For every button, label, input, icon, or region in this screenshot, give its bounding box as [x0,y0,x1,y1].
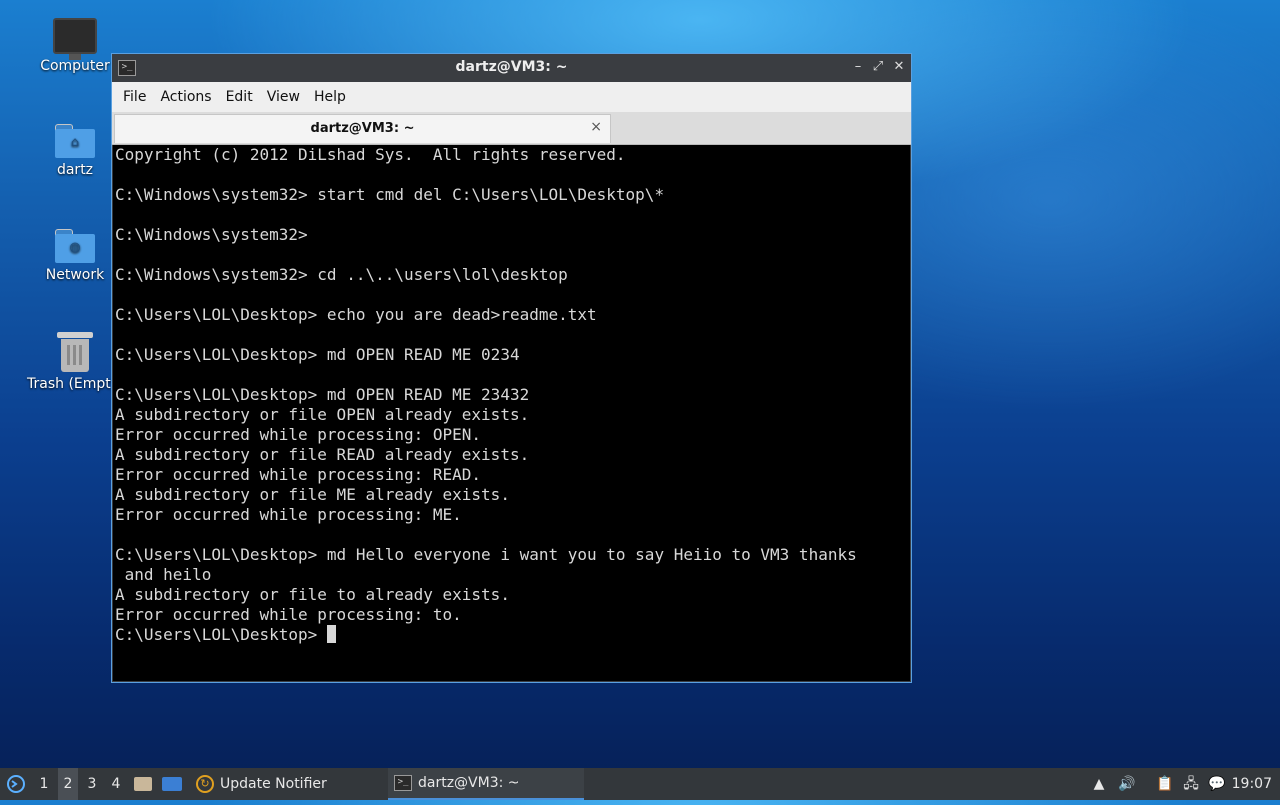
terminal-line: A subdirectory or file OPEN already exis… [115,405,530,424]
tab-bar: dartz@VM3: ~ × [112,112,911,145]
volume-icon[interactable]: 🔊 [1118,768,1136,800]
terminal-line: Error occurred while processing: to. [115,605,462,624]
workspace-1[interactable]: 1 [34,768,54,800]
trash-icon [57,332,93,372]
terminal-line: C:\Windows\system32> [115,225,308,244]
minimize-button[interactable]: – [849,58,867,76]
terminal-prompt-line[interactable]: C:\Users\LOL\Desktop> [115,625,908,645]
window-title: dartz@VM3: ~ [455,59,568,75]
terminal-cursor [326,625,336,643]
terminal-line: A subdirectory or file ME already exists… [115,485,510,504]
terminal-line: and heilo [115,565,212,584]
terminal-app-icon: >_ [394,775,412,791]
terminal-prompt: C:\Users\LOL\Desktop> [115,625,327,644]
file-manager-icon [134,777,152,791]
desktop-icon-label: dartz [56,162,94,178]
task-label: Update Notifier [220,776,327,792]
terminal-line: A subdirectory or file to already exists… [115,585,510,604]
desktop-icon-label: Network [45,267,105,283]
terminal-line: Error occurred while processing: OPEN. [115,425,482,444]
desktop-icon-trash[interactable]: Trash (Empty) [27,332,125,392]
terminal-line: C:\Users\LOL\Desktop> md Hello everyone … [115,545,857,564]
network-icon[interactable]: 🖧 [1182,768,1200,800]
tab-close-icon[interactable]: × [590,119,602,135]
file-manager-launcher[interactable] [134,768,154,800]
close-button[interactable]: ✕ [890,58,908,76]
terminal-line: C:\Users\LOL\Desktop> md OPEN READ ME 23… [115,385,530,404]
terminal-line: Copyright (c) 2012 DiLshad Sys. All righ… [115,145,626,164]
desktop-icon [162,777,182,791]
terminal-tab[interactable]: dartz@VM3: ~ × [114,114,611,143]
terminal-line: C:\Windows\system32> start cmd del C:\Us… [115,185,665,204]
clipboard-icon[interactable]: 📋 [1156,768,1174,800]
show-desktop-launcher[interactable] [162,768,184,800]
terminal-line: A subdirectory or file READ already exis… [115,445,530,464]
window-titlebar[interactable]: >_ dartz@VM3: ~ – ⤢ ✕ [112,54,911,82]
terminal-line: C:\Users\LOL\Desktop> echo you are dead>… [115,305,597,324]
menu-actions[interactable]: Actions [153,89,218,105]
menu-view[interactable]: View [260,89,307,105]
workspace-3[interactable]: 3 [82,768,102,800]
desktop-icon-dartz[interactable]: ⌂ dartz [27,124,123,178]
desktop-icon-network[interactable]: ◍ Network [27,229,123,283]
maximize-button[interactable]: ⤢ [869,58,887,76]
terminal-output[interactable]: Copyright (c) 2012 DiLshad Sys. All righ… [113,145,910,681]
task-update-notifier[interactable]: ↻ Update Notifier [190,768,333,800]
desktop-icon-computer[interactable]: Computer [27,18,123,74]
terminal-window: >_ dartz@VM3: ~ – ⤢ ✕ File Actions Edit … [111,53,912,683]
notification-icon[interactable]: 💬 [1208,768,1226,800]
terminal-line: Error occurred while processing: ME. [115,505,462,524]
clock[interactable]: 19:07 [1232,768,1272,800]
task-terminal[interactable]: >_ dartz@VM3: ~ [388,768,584,800]
computer-icon [53,18,97,60]
workspace-4[interactable]: 4 [106,768,126,800]
desktop-icon-label: Computer [40,58,110,74]
update-notifier-icon: ↻ [196,775,214,793]
terminal-line: Error occurred while processing: READ. [115,465,482,484]
menu-edit[interactable]: Edit [219,89,260,105]
tray-scroll-icon[interactable]: ▲ [1090,768,1108,800]
workspace-2[interactable]: 2 [58,768,78,800]
start-menu-button[interactable] [4,768,28,800]
menu-help[interactable]: Help [307,89,353,105]
lxqt-logo-icon [7,775,25,793]
tab-title: dartz@VM3: ~ [310,121,415,136]
menu-file[interactable]: File [116,89,153,105]
menubar: File Actions Edit View Help [112,82,911,112]
task-label: dartz@VM3: ~ [418,775,520,791]
taskbar: 1 2 3 4 ↻ Update Notifier >_ dartz@VM3: … [0,768,1280,800]
network-folder-icon: ◍ [55,229,95,263]
home-folder-icon: ⌂ [55,124,95,158]
terminal-line: C:\Users\LOL\Desktop> md OPEN READ ME 02… [115,345,520,364]
desktop-icon-label: Trash (Empty) [27,376,125,392]
terminal-line: C:\Windows\system32> cd ..\..\users\lol\… [115,265,568,284]
